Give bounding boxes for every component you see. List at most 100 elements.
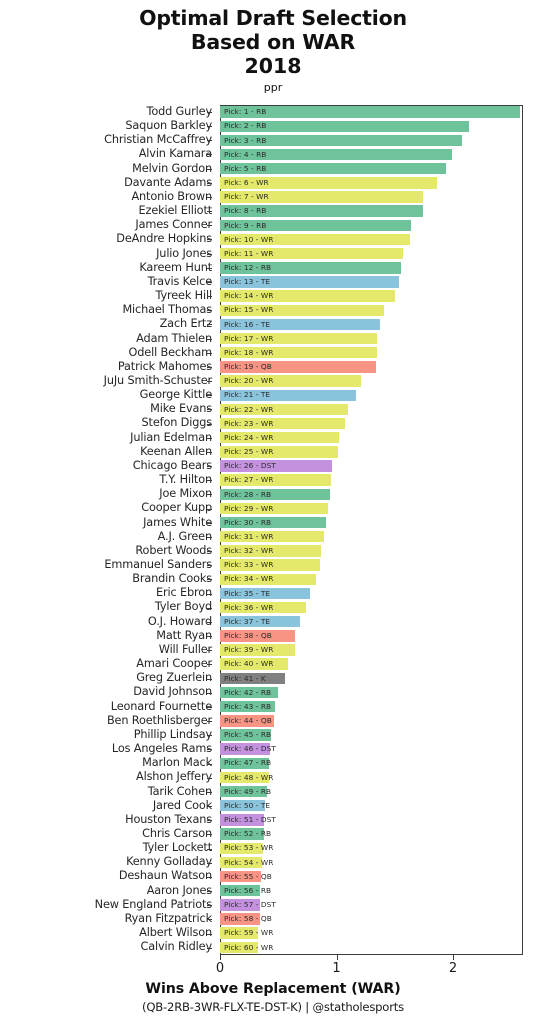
bar-row: Pick: 58 - QB [220,912,523,926]
y-axis-tick-mark [207,820,212,822]
bar-label: Pick: 38 - QB [224,631,272,641]
chart-title-line-2: Based on WAR [190,30,356,54]
bar-label: Pick: 52 - RB [224,829,272,839]
bar-row: Pick: 15 - WR [220,303,523,317]
y-axis-tick-mark [207,480,212,482]
bar-row: Pick: 18 - WR [220,346,523,360]
bar-label: Pick: 41 - K [224,673,266,683]
chart-title-year: 2018 [244,54,302,78]
y-axis-label: James White [143,515,212,529]
bar-row: Pick: 56 - RB [220,884,523,898]
bar-label: Pick: 48 - WR [224,772,274,782]
bar-row: Pick: 16 - TE [220,317,523,331]
y-axis-label: New England Patriots [94,897,213,911]
y-axis-label: Saquon Barkley [125,119,212,133]
bar-row: Pick: 1 - RB [220,105,523,119]
bar-label: Pick: 31 - WR [224,531,274,541]
y-axis-label: Leonard Fournette [110,699,212,713]
y-axis-tick-mark [207,919,212,921]
bar-label: Pick: 49 - RB [224,786,272,796]
bar-row: Pick: 42 - RB [220,685,523,699]
bar-label: Pick: 9 - RB [224,220,267,230]
y-axis-tick-mark [207,551,212,553]
y-axis-label: Calvin Ridley [140,940,212,954]
bar-label: Pick: 45 - RB [224,730,272,740]
y-axis-label: Tyler Lockett [142,841,213,855]
bar-row: Pick: 45 - RB [220,728,523,742]
bar-row: Pick: 57 - DST [220,898,523,912]
y-axis-label: George Kittle [139,388,212,402]
bar-row: Pick: 21 - TE [220,388,523,402]
y-axis-label: Amari Cooper [136,657,212,671]
y-axis-tick-mark [207,763,212,765]
chart-title-block: Optimal Draft Selection Based on WAR 201… [0,6,546,95]
y-axis-tick-mark [207,848,212,850]
y-axis-tick-mark [207,664,212,666]
y-axis-label: James Conner [135,218,212,232]
bar-label: Pick: 53 - WR [224,843,274,853]
y-axis-label: Stefon Diggs [141,416,213,430]
y-axis-label: Jared Cook [152,798,212,812]
bar-label: Pick: 22 - WR [224,404,274,414]
bar-label: Pick: 47 - RB [224,758,272,768]
bar-row: Pick: 5 - RB [220,162,523,176]
y-axis-tick-mark [207,451,212,453]
bar-row: Pick: 23 - WR [220,416,523,430]
bar-label: Pick: 7 - WR [224,192,269,202]
y-axis-label: Mike Evans [150,402,212,416]
y-axis-label: Julian Edelman [130,430,212,444]
bar-row: Pick: 32 - WR [220,544,523,558]
y-axis-label: Chris Carson [142,826,212,840]
y-axis-tick-mark [207,112,212,113]
y-axis-label: Davante Adams [124,175,212,189]
bar-row: Pick: 9 - RB [220,218,523,232]
y-axis-label: Tyler Boyd [154,600,212,614]
y-axis-label: Patrick Mahomes [117,359,212,373]
chart-subtitle: ppr [263,81,283,94]
y-axis-tick-mark [207,947,212,949]
y-axis-label: Adam Thielen [136,331,212,345]
bar-row: Pick: 26 - DST [220,459,523,473]
y-axis-tick-mark [207,579,212,581]
bar-label: Pick: 20 - WR [224,376,274,386]
y-axis-tick-mark [207,140,212,142]
y-axis-label: Kareem Hunt [139,260,212,274]
bar-label: Pick: 32 - WR [224,546,274,556]
bar-row: Pick: 29 - WR [220,501,523,515]
bar-row: Pick: 53 - WR [220,841,523,855]
y-axis-label: Robert Woods [135,543,212,557]
y-axis-tick-mark [207,338,212,340]
y-axis-tick-mark [207,296,212,298]
bar-row: Pick: 30 - RB [220,516,523,530]
bar-row: Pick: 55 - QB [220,869,523,883]
y-axis-tick-mark [207,522,212,524]
bar-label: Pick: 30 - RB [224,517,272,527]
y-axis-label: O.J. Howard [147,614,212,628]
y-axis-tick-mark [207,607,212,609]
bars-container: Pick: 1 - RB Pick: 2 - RB Pick: 3 - RB Pick… [220,105,523,955]
bar-label: Pick: 59 - WR [224,928,274,938]
bar-row: Pick: 24 - WR [220,431,523,445]
y-axis-tick-mark [207,352,212,354]
y-axis-label: Marlon Mack [142,756,212,770]
y-axis-tick-mark [207,267,212,269]
bar-label: Pick: 18 - WR [224,347,274,357]
y-axis-label: Will Fuller [158,642,212,656]
y-axis-label: Brandin Cooks [132,572,212,586]
y-axis-tick-mark [207,409,212,411]
bar-row: Pick: 40 - WR [220,657,523,671]
y-axis-label: Emmanuel Sanders [104,558,212,571]
bar-row: Pick: 14 - WR [220,289,523,303]
y-axis-tick-mark [207,565,212,567]
x-axis-title: Wins Above Replacement (WAR) [145,981,401,997]
bar-row: Pick: 7 - WR [220,190,523,204]
bar-row: Pick: 51 - DST [220,813,523,827]
bar-label: Pick: 29 - WR [224,503,274,513]
bar-row: Pick: 11 - WR [220,247,523,261]
y-axis-label: Ezekiel Elliott [138,204,213,218]
bar-label: Pick: 39 - WR [224,645,274,655]
bar-row: Pick: 13 - TE [220,275,523,289]
chart-footer: (QB-2RB-3WR-FLX-TE-DST-K) | @statholespo… [142,1000,404,1014]
y-axis-tick-mark [207,749,212,751]
y-axis-label: Zach Ertz [159,317,213,331]
